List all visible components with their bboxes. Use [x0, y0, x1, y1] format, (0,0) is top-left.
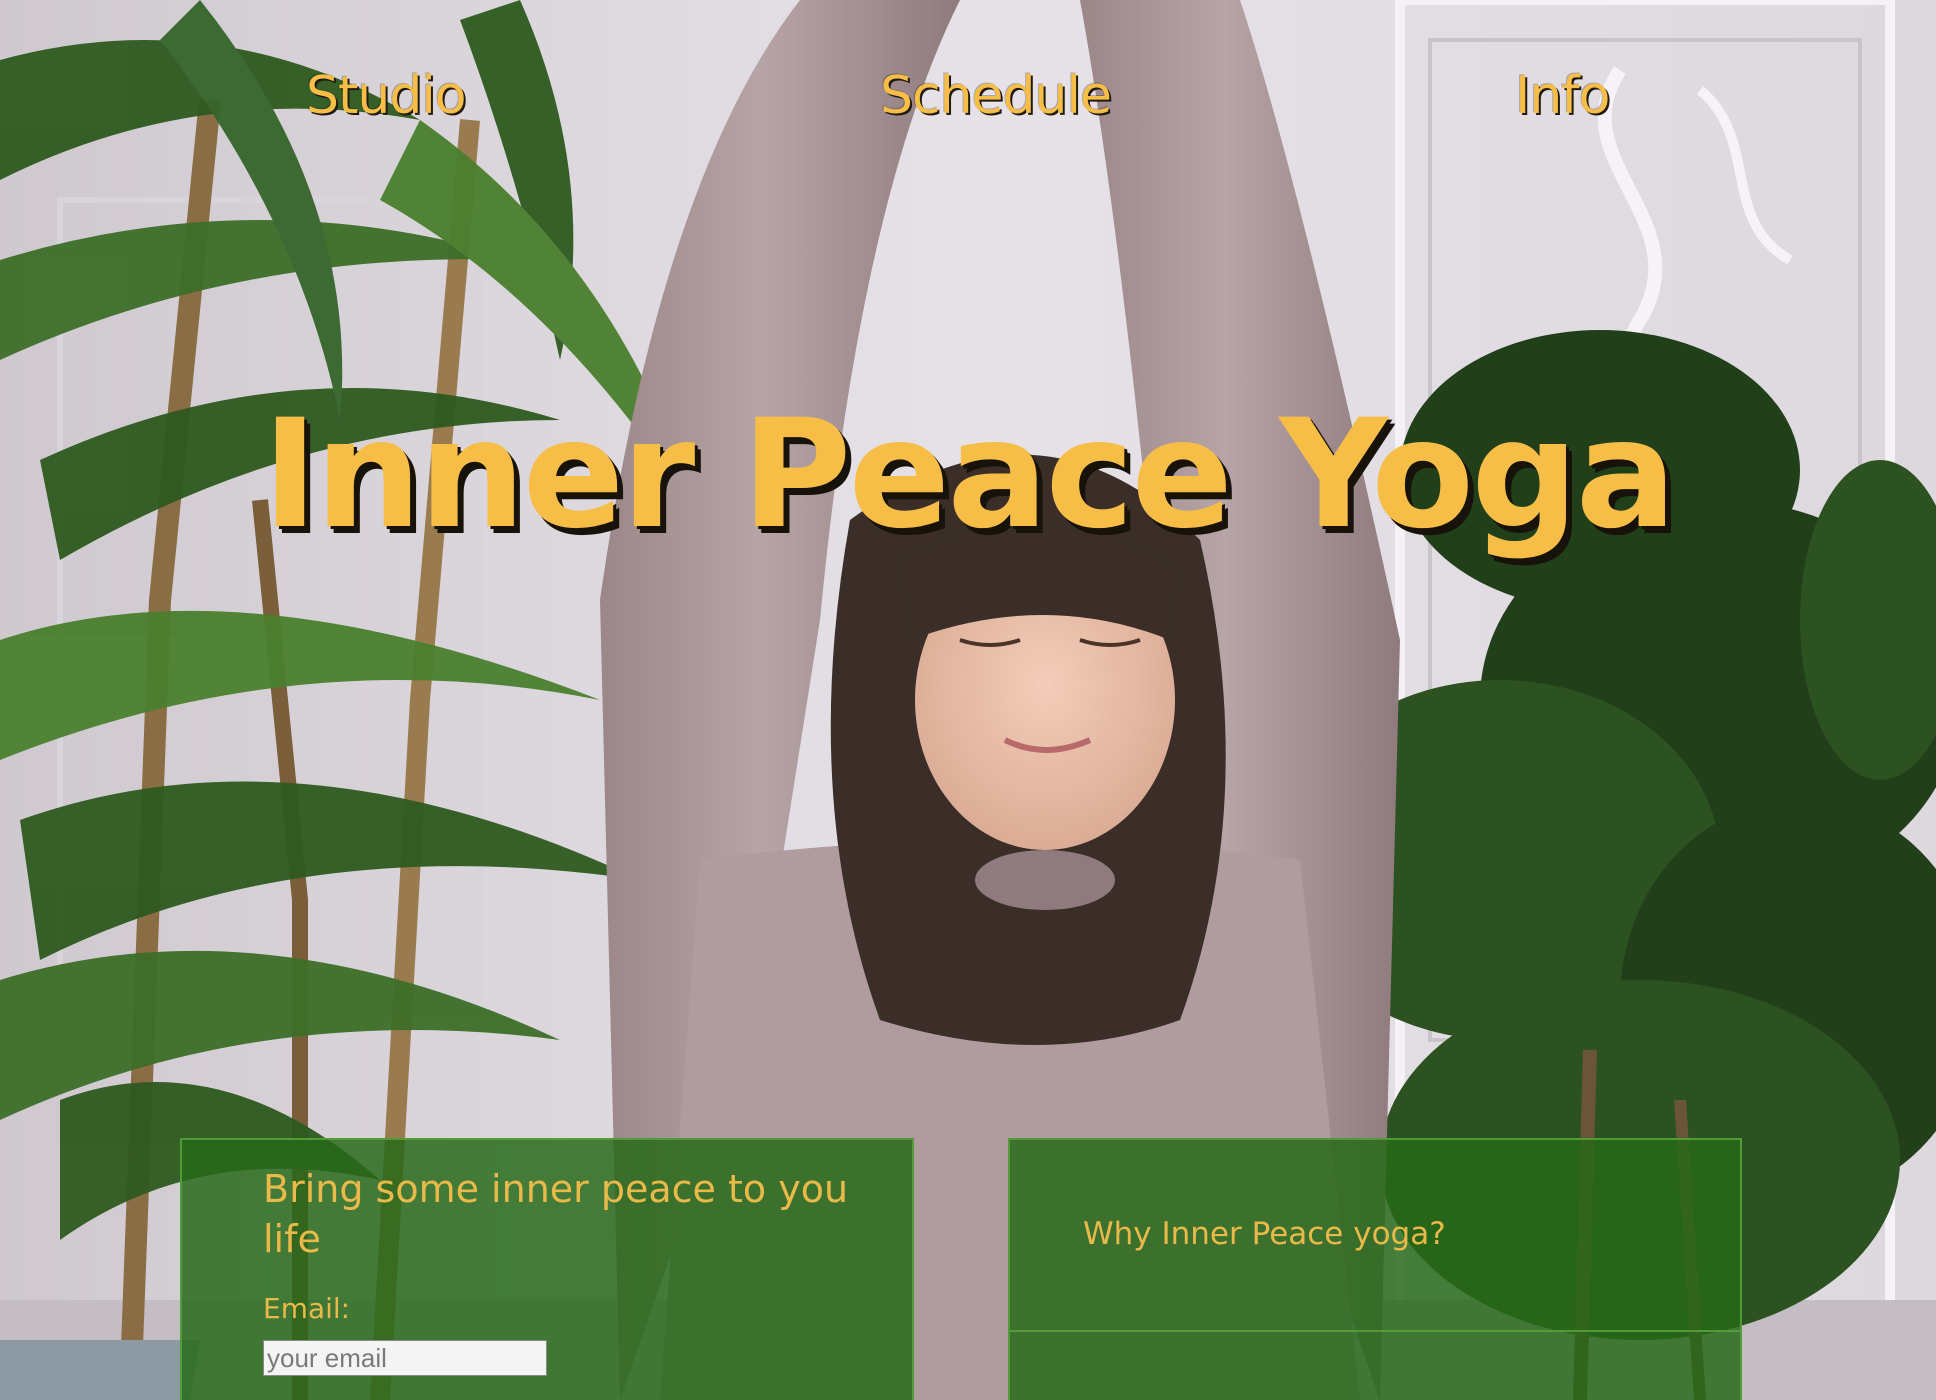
nav-info-link[interactable]: Info: [1515, 66, 1610, 126]
page: Studio Schedule Info Inner Peace Yoga Br…: [0, 0, 1936, 1400]
signup-panel: Bring some inner peace to you life Email…: [180, 1138, 914, 1400]
why-panel: Why Inner Peace yoga?: [1008, 1138, 1742, 1400]
nav-studio-link[interactable]: Studio: [306, 66, 467, 126]
site-title: Inner Peace Yoga: [262, 388, 1677, 562]
nav-schedule-link[interactable]: Schedule: [880, 66, 1112, 126]
why-inner-peace-title[interactable]: Why Inner Peace yoga?: [1083, 1216, 1446, 1252]
email-label: Email:: [263, 1292, 351, 1325]
email-input[interactable]: [263, 1340, 547, 1376]
signup-heading: Bring some inner peace to you life: [263, 1167, 849, 1261]
panel-divider: [1010, 1330, 1740, 1332]
